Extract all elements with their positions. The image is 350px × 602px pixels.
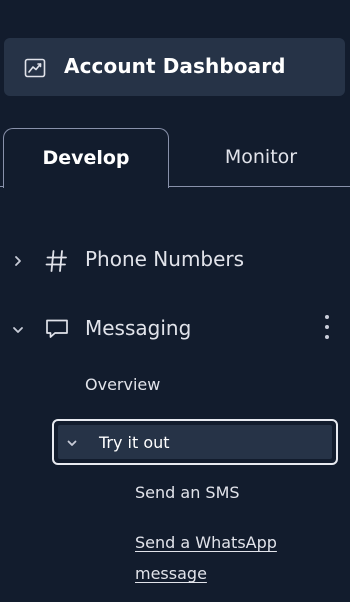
chart-line-icon — [24, 58, 46, 78]
tab-monitor[interactable]: Monitor — [172, 128, 350, 186]
nav-label-phone-numbers: Phone Numbers — [85, 247, 245, 271]
nav-item-messaging[interactable]: Messaging — [0, 308, 350, 348]
hash-icon — [45, 250, 67, 272]
nav-item-try-it-out[interactable]: Try it out — [52, 419, 338, 465]
try-it-out-highlight: Try it out — [58, 425, 332, 459]
account-dashboard-label: Account Dashboard — [64, 54, 286, 78]
account-dashboard-button[interactable]: Account Dashboard — [4, 38, 345, 96]
chat-bubble-icon — [46, 319, 68, 338]
chevron-down-icon[interactable] — [66, 437, 78, 449]
chevron-right-icon[interactable] — [11, 254, 25, 268]
chevron-down-icon[interactable] — [11, 323, 25, 337]
tab-develop[interactable]: Develop — [3, 128, 169, 188]
nav-item-phone-numbers[interactable]: Phone Numbers — [0, 240, 350, 280]
nav-label-messaging: Messaging — [85, 316, 192, 340]
more-options-icon[interactable] — [318, 312, 336, 342]
nav-item-send-whatsapp-line1[interactable]: Send a WhatsApp — [135, 533, 277, 552]
nav-item-send-whatsapp-line2[interactable]: message — [135, 564, 207, 583]
tab-develop-label: Develop — [42, 147, 130, 169]
tab-monitor-label: Monitor — [224, 146, 298, 168]
nav-item-overview[interactable]: Overview — [85, 375, 160, 394]
try-it-out-label: Try it out — [99, 433, 170, 452]
nav-item-send-sms[interactable]: Send an SMS — [135, 483, 240, 502]
